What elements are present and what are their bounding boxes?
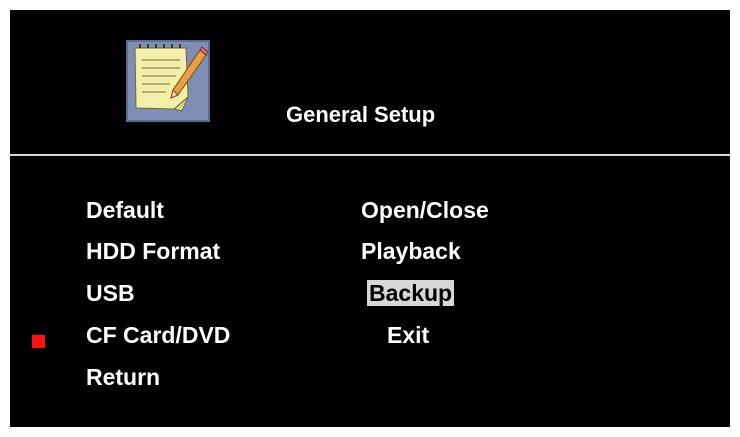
header: General Setup [10,10,730,153]
menu-item-cf-card-dvd[interactable]: CF Card/DVD [86,322,230,348]
menu-item-hdd-format[interactable]: HDD Format [86,238,220,264]
page-title: General Setup [286,102,436,127]
action-open-close[interactable]: Open/Close [361,197,489,223]
header-divider [10,154,730,156]
notepad-pencil-icon [126,40,210,122]
active-item-marker [32,335,45,348]
menu-item-usb[interactable]: USB [86,280,135,306]
menu-item-default[interactable]: Default [86,197,164,223]
action-exit[interactable]: Exit [387,322,429,348]
setup-screen: General Setup Default HDD Format USB CF … [10,10,730,427]
action-backup[interactable]: Backup [367,280,455,306]
action-playback[interactable]: Playback [361,238,461,264]
menu-item-return[interactable]: Return [86,364,160,390]
